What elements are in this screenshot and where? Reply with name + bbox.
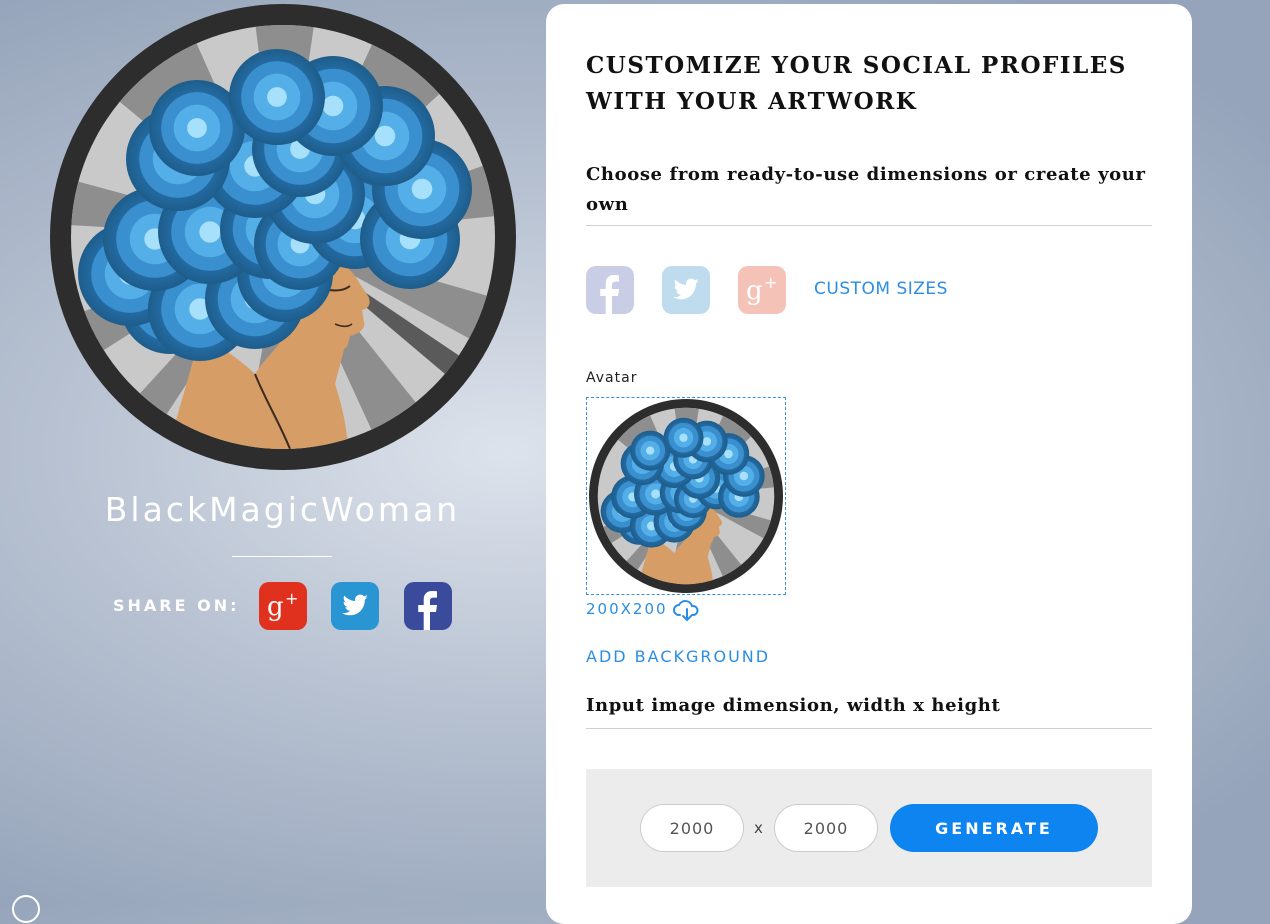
avatar-dimensions: 200X200 bbox=[586, 600, 668, 618]
times-symbol: x bbox=[754, 819, 763, 837]
twitter-icon bbox=[673, 278, 699, 300]
google-plus-icon: g + bbox=[267, 589, 298, 622]
share-twitter-button[interactable] bbox=[331, 582, 379, 630]
google-plus-size-button[interactable]: g + bbox=[738, 266, 786, 314]
generate-button[interactable]: GENERATE bbox=[890, 804, 1098, 852]
svg-text:+: + bbox=[285, 589, 298, 608]
panel-subtitle: Choose from ready-to-use dimensions or c… bbox=[586, 164, 1146, 215]
avatar-image bbox=[589, 399, 783, 593]
add-background-link[interactable]: ADD BACKGROUND bbox=[586, 647, 770, 666]
panel-title: CUSTOMIZE YOUR SOCIAL PROFILES WITH YOUR… bbox=[586, 52, 1127, 115]
svg-text:+: + bbox=[764, 273, 777, 292]
height-input[interactable] bbox=[774, 804, 878, 852]
customize-panel: CUSTOMIZE YOUR SOCIAL PROFILES WITH YOUR… bbox=[546, 4, 1192, 924]
generate-area: x GENERATE bbox=[586, 769, 1152, 887]
artwork-image bbox=[50, 4, 516, 470]
facebook-icon bbox=[418, 591, 437, 630]
corner-badge[interactable] bbox=[12, 895, 40, 923]
svg-text:g: g bbox=[746, 276, 763, 306]
name-divider bbox=[232, 556, 332, 557]
twitter-icon bbox=[342, 594, 368, 616]
facebook-icon bbox=[600, 275, 619, 314]
avatar-preview[interactable] bbox=[586, 397, 786, 595]
avatar-label: Avatar bbox=[586, 370, 638, 386]
artist-name: BlackMagicWoman bbox=[104, 490, 461, 529]
google-plus-icon: g + bbox=[746, 273, 777, 306]
width-input[interactable] bbox=[640, 804, 744, 852]
dimension-label: Input image dimension, width x height bbox=[586, 695, 1001, 716]
share-google-plus-button[interactable]: g + bbox=[259, 582, 307, 630]
svg-text:g: g bbox=[267, 592, 284, 622]
cloud-download-icon[interactable] bbox=[673, 598, 701, 622]
subtitle-divider bbox=[586, 225, 1152, 226]
facebook-size-button[interactable] bbox=[586, 266, 634, 314]
twitter-size-button[interactable] bbox=[662, 266, 710, 314]
dimension-divider bbox=[586, 728, 1152, 729]
share-facebook-button[interactable] bbox=[404, 582, 452, 630]
custom-sizes-link[interactable]: CUSTOM SIZES bbox=[814, 279, 948, 299]
share-label: SHARE ON: bbox=[113, 596, 240, 615]
